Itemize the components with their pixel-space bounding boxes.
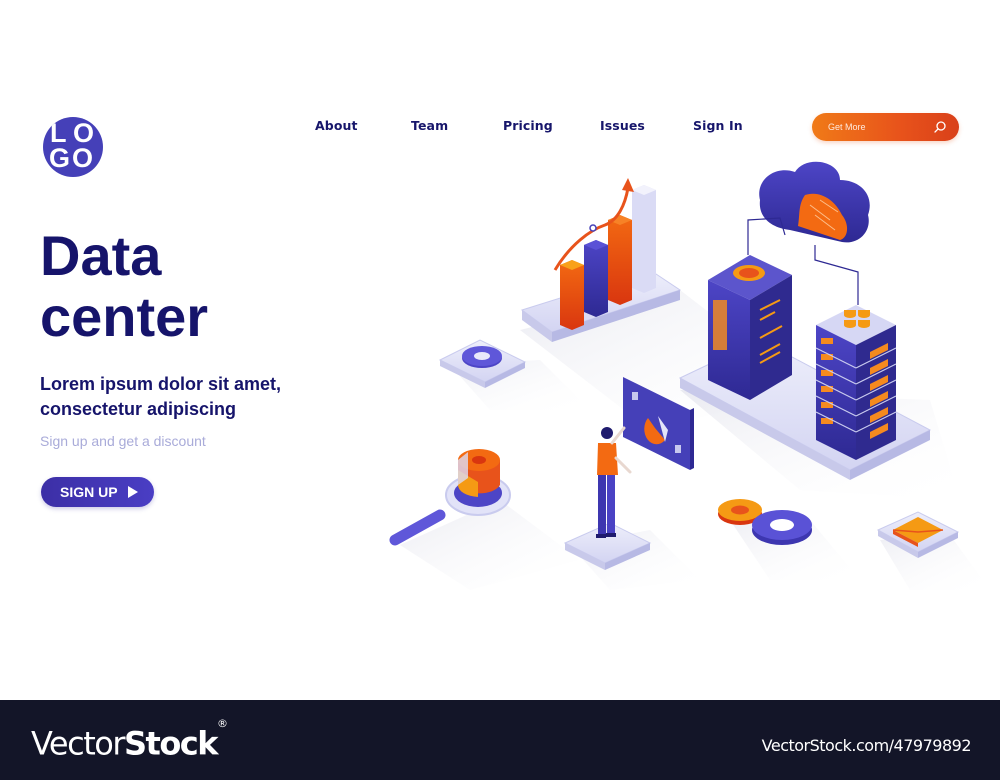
discount-note: Sign up and get a discount bbox=[40, 433, 206, 449]
logo-letter: G bbox=[49, 143, 71, 173]
search-input[interactable] bbox=[828, 119, 928, 135]
nav-item-pricing[interactable]: Pricing bbox=[503, 118, 553, 133]
footer-bar: VectorStock® VectorStock.com/47979892 bbox=[0, 700, 1000, 780]
subtitle-line: consectetur adipiscing bbox=[40, 399, 237, 419]
server-rack bbox=[815, 305, 897, 460]
landing-page: L O G O About Team Pricing Issues Sign I… bbox=[0, 0, 1000, 700]
page-title: Data center bbox=[40, 225, 208, 347]
registered-mark: ® bbox=[217, 717, 229, 730]
title-line: Data bbox=[40, 224, 162, 287]
search-bar bbox=[812, 113, 959, 141]
nav-item-issues[interactable]: Issues bbox=[600, 118, 645, 133]
brand-bold: Stock bbox=[123, 724, 219, 763]
nav-item-about[interactable]: About bbox=[315, 118, 358, 133]
sign-up-label: SIGN UP bbox=[60, 484, 118, 500]
nav-item-team[interactable]: Team bbox=[411, 118, 448, 133]
data-center-illustration bbox=[389, 161, 990, 590]
sign-up-button[interactable]: SIGN UP bbox=[41, 477, 154, 507]
play-icon bbox=[128, 486, 138, 498]
search-icon[interactable] bbox=[933, 120, 947, 134]
gears-pair bbox=[718, 499, 812, 545]
image-id-text: VectorStock.com/47979892 bbox=[761, 736, 972, 755]
hero-subtitle: Lorem ipsum dolor sit amet, consectetur … bbox=[40, 372, 340, 422]
logo-letter: O bbox=[72, 143, 94, 173]
brand-thin: Vector bbox=[31, 724, 125, 763]
footer-brand-logo: VectorStock® bbox=[31, 717, 228, 763]
title-line: center bbox=[40, 285, 209, 348]
nav-item-sign-in[interactable]: Sign In bbox=[693, 118, 743, 133]
subtitle-line: Lorem ipsum dolor sit amet, bbox=[40, 374, 282, 394]
server-tower bbox=[708, 255, 792, 400]
